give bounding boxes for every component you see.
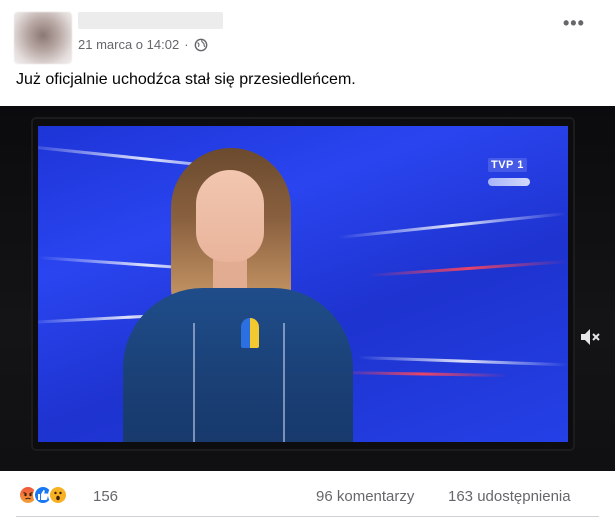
speaker-muted-icon[interactable]	[578, 325, 602, 349]
facebook-post: 21 marca o 14:02 · ••• Już oficjalnie uc…	[0, 0, 615, 525]
dress-seam	[283, 323, 285, 442]
comments-count[interactable]: 96 komentarzy	[316, 488, 414, 505]
globe-icon	[194, 38, 207, 51]
anchor-dress	[123, 288, 353, 442]
wow-reaction-icon	[48, 485, 68, 505]
footer-divider	[16, 516, 599, 517]
post-timestamp[interactable]: 21 marca o 14:02	[78, 37, 179, 52]
reaction-count[interactable]: 156	[93, 488, 118, 505]
shares-count[interactable]: 163 udostępnienia	[448, 488, 571, 505]
post-meta: 21 marca o 14:02 ·	[78, 37, 208, 52]
author-avatar[interactable]	[14, 12, 72, 64]
light-streak	[337, 211, 567, 239]
tv-screen: TVP 1	[38, 126, 568, 442]
more-options-icon[interactable]: •••	[563, 14, 585, 32]
light-streak-red	[337, 371, 509, 377]
reaction-icons[interactable]	[18, 485, 68, 505]
light-streak	[357, 356, 568, 367]
post-text: Już oficjalnie uchodźca stał się przesie…	[16, 71, 356, 88]
news-anchor	[123, 148, 353, 442]
ukraine-ribbon	[241, 318, 259, 348]
light-streak-red	[367, 260, 568, 277]
channel-sub-logo	[488, 178, 530, 186]
dress-seam	[193, 323, 195, 442]
channel-logo: TVP 1	[488, 158, 527, 172]
anchor-face	[196, 170, 264, 262]
author-name-redacted[interactable]	[78, 12, 223, 29]
post-photo[interactable]: TVP 1	[0, 106, 615, 471]
meta-separator: ·	[184, 37, 189, 52]
